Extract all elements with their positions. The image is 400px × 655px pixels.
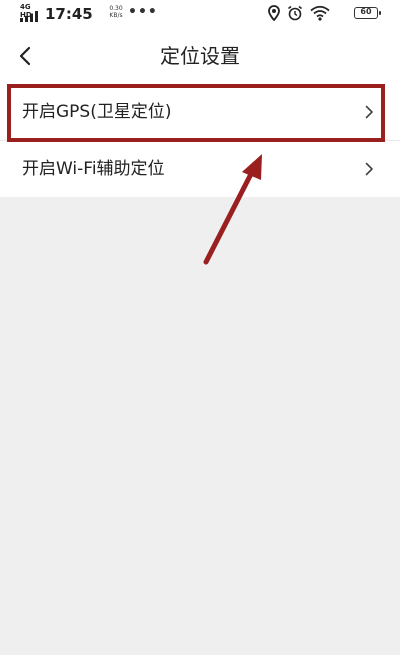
- chevron-right-icon: [365, 162, 373, 176]
- battery-icon: 60: [354, 7, 381, 19]
- chevron-right-icon: [365, 105, 373, 119]
- page-title: 定位设置: [160, 44, 240, 68]
- status-right: 60: [268, 5, 381, 23]
- network-speed-value: 0.30: [109, 5, 123, 12]
- status-bar: 4G HD 17:45 0.30 KB/s ••• 60: [0, 0, 400, 28]
- nav-bar: 定位设置: [0, 28, 400, 84]
- network-speed-unit: KB/s: [109, 12, 123, 19]
- wifi-icon: [310, 5, 330, 21]
- back-button[interactable]: [10, 40, 40, 72]
- settings-list: 开启GPS(卫星定位) 开启Wi-Fi辅助定位: [0, 84, 400, 197]
- screen: 4G HD 17:45 0.30 KB/s ••• 60 定位设置 开启GPS(…: [0, 0, 400, 655]
- location-icon: [268, 5, 280, 21]
- list-item-label: 开启Wi-Fi辅助定位: [22, 159, 165, 179]
- list-item-gps[interactable]: 开启GPS(卫星定位): [0, 84, 400, 140]
- list-item-wifi-assist[interactable]: 开启Wi-Fi辅助定位: [0, 140, 400, 197]
- list-item-label: 开启GPS(卫星定位): [22, 102, 172, 122]
- clock: 17:45: [45, 5, 93, 23]
- more-notifications-icon: •••: [128, 4, 158, 20]
- network-speed: 0.30 KB/s: [108, 5, 124, 19]
- chevron-left-icon: [19, 46, 31, 66]
- battery-level: 60: [360, 7, 372, 16]
- signal-icon: [20, 11, 38, 22]
- alarm-icon: [288, 5, 302, 21]
